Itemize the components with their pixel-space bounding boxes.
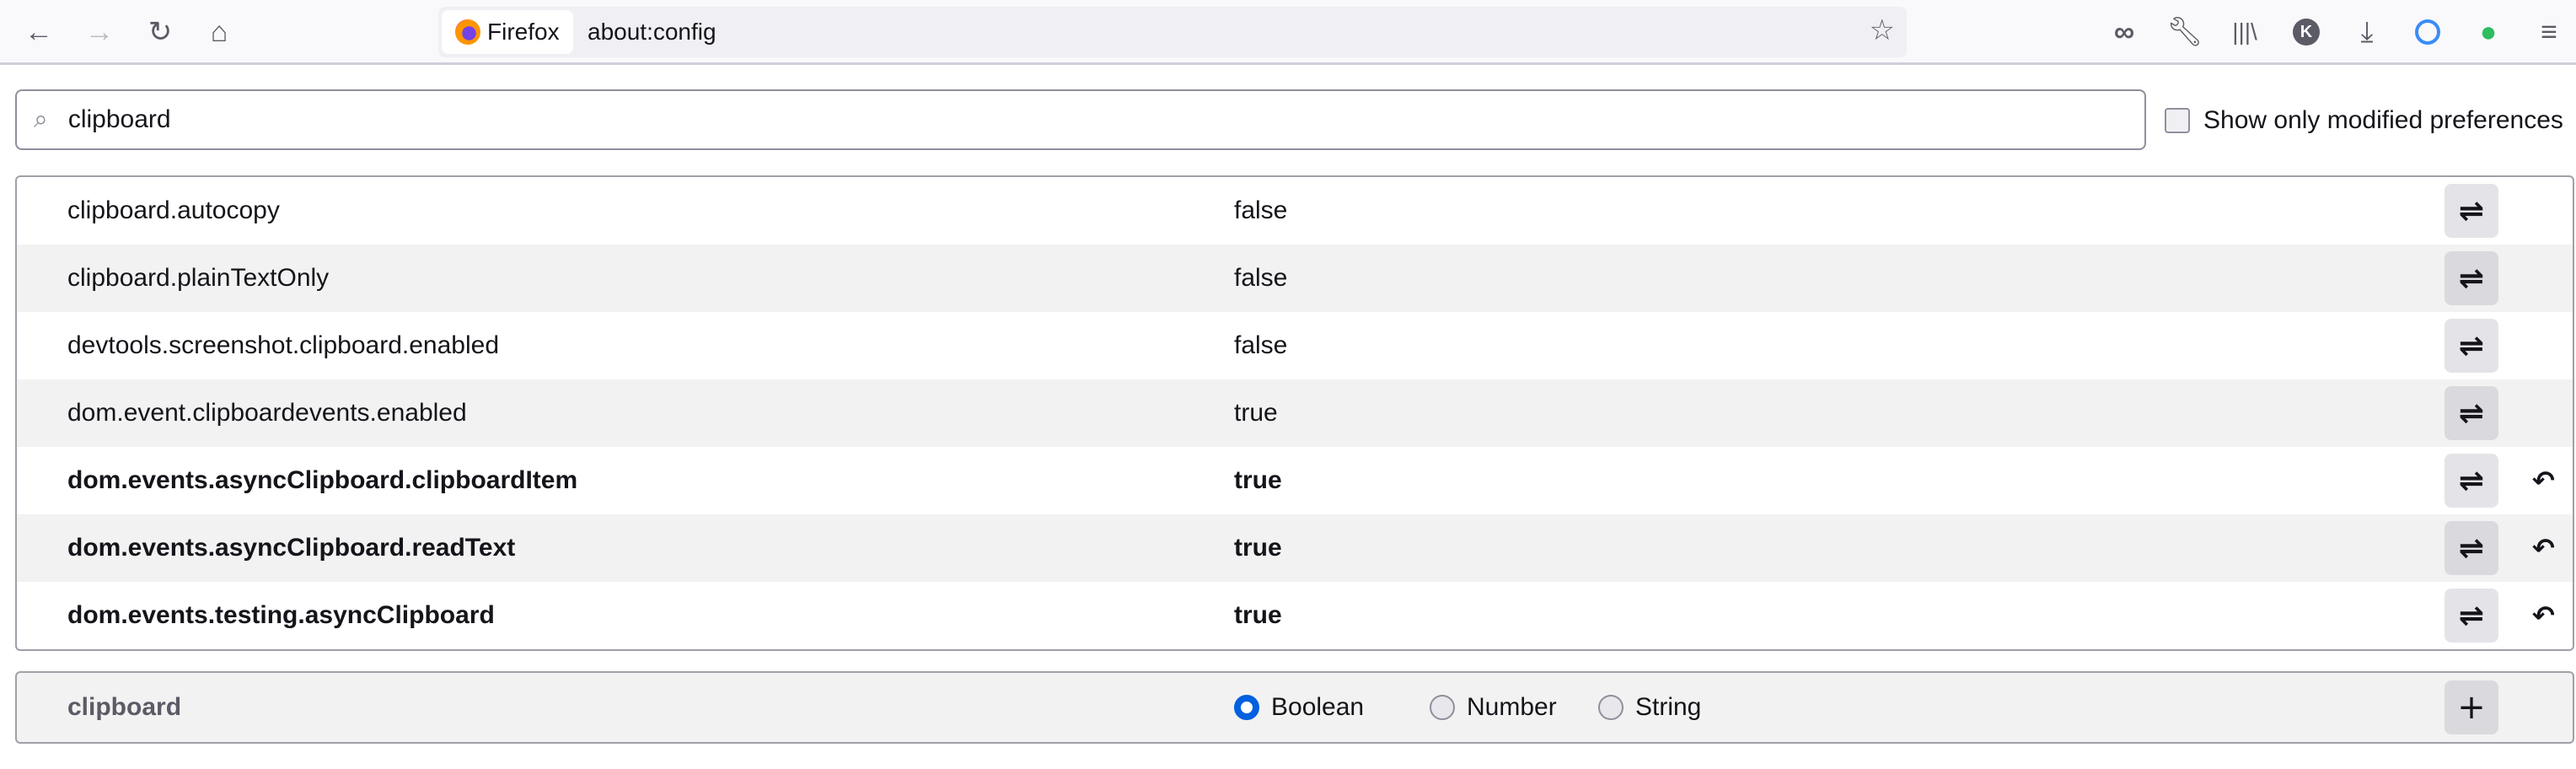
radio-circle[interactable] [1430, 695, 1455, 720]
new-pref-row: clipboard Boolean Number String + [15, 671, 2574, 744]
search-box[interactable]: ⌕ [15, 89, 2146, 150]
identity-box[interactable]: Firefox [442, 10, 573, 54]
k-badge: K [2293, 19, 2320, 46]
toggle-icon: ⇌ [2458, 328, 2485, 363]
toggle-button[interactable]: ⇌ [2445, 386, 2498, 440]
firefox-logo-icon [455, 19, 480, 45]
menu-icon[interactable]: ≡ [2532, 15, 2566, 49]
pref-row[interactable]: devtools.screenshot.clipboard.enabled fa… [17, 312, 2573, 379]
toggle-icon: ⇌ [2458, 261, 2485, 296]
toggle-icon: ⇌ [2458, 598, 2485, 633]
reload-icon[interactable]: ↻ [143, 15, 177, 49]
radio-number[interactable]: Number [1430, 693, 1557, 722]
radio-circle[interactable] [1598, 695, 1623, 720]
toggle-button[interactable]: ⇌ [2445, 521, 2498, 575]
pref-name: clipboard.plainTextOnly [67, 264, 330, 292]
radio-string[interactable]: String [1598, 693, 1701, 722]
show-modified-label: Show only modified preferences [2203, 106, 2563, 134]
toggle-button[interactable]: ⇌ [2445, 251, 2498, 305]
pref-value: false [1234, 196, 1288, 224]
pref-name: dom.events.asyncClipboard.clipboardItem [67, 466, 578, 494]
pref-name: dom.events.asyncClipboard.readText [67, 534, 516, 562]
forward-icon[interactable]: → [83, 15, 116, 49]
pref-row[interactable]: dom.events.testing.asyncClipboard true ⇌… [17, 582, 2573, 649]
toggle-button[interactable]: ⇌ [2445, 184, 2498, 238]
toggle-button[interactable]: ⇌ [2445, 589, 2498, 643]
pref-row[interactable]: dom.events.asyncClipboard.readText true … [17, 514, 2573, 582]
pref-row[interactable]: dom.events.asyncClipboard.clipboardItem … [17, 447, 2573, 514]
identity-label: Firefox [487, 19, 560, 45]
pref-value: true [1234, 399, 1278, 427]
k-extension-icon[interactable]: K [2289, 15, 2323, 49]
url-text[interactable]: about:config [588, 19, 716, 46]
radio-circle[interactable] [1234, 695, 1259, 720]
toggle-button[interactable]: ⇌ [2445, 319, 2498, 373]
home-icon[interactable]: ⌂ [202, 15, 236, 49]
wrench-icon[interactable]: 🔧︎ [2166, 15, 2203, 49]
show-modified-checkbox[interactable] [2165, 108, 2190, 133]
new-pref-name: clipboard [67, 693, 182, 721]
search-icon: ⌕ [34, 105, 48, 133]
pref-value: true [1234, 534, 1282, 562]
private-mask-icon[interactable]: ∞ [2107, 15, 2141, 49]
pref-value: true [1234, 466, 1282, 494]
reset-icon[interactable]: ↶ [2532, 600, 2555, 632]
download-icon[interactable]: ⤓ [2350, 15, 2384, 49]
pref-row[interactable]: clipboard.plainTextOnly false ⇌ [17, 245, 2573, 312]
pref-value: true [1234, 601, 1282, 629]
pref-name: devtools.screenshot.clipboard.enabled [67, 331, 500, 359]
search-input[interactable] [67, 105, 2091, 134]
radio-label: Number [1467, 693, 1557, 721]
toggle-icon: ⇌ [2458, 463, 2485, 498]
pref-value: false [1234, 264, 1288, 292]
library-icon[interactable]: |||\ [2228, 15, 2262, 49]
back-icon[interactable]: ← [22, 15, 56, 49]
pref-row[interactable]: clipboard.autocopy false ⇌ [17, 177, 2573, 245]
pref-name: clipboard.autocopy [67, 196, 280, 224]
prefs-table: clipboard.autocopy false ⇌ clipboard.plai… [15, 175, 2574, 651]
browser-toolbar: ← → ↻ ⌂ Firefox about:config ☆ ∞ 🔧︎ |||\… [0, 0, 2576, 65]
url-bar[interactable]: Firefox about:config ☆ [438, 7, 1907, 57]
reset-icon[interactable]: ↶ [2532, 465, 2555, 497]
toggle-icon: ⇌ [2458, 530, 2485, 566]
reset-icon[interactable]: ↶ [2532, 532, 2555, 564]
radio-boolean[interactable]: Boolean [1234, 693, 1364, 722]
toggle-icon: ⇌ [2458, 193, 2485, 229]
pref-value: false [1234, 331, 1288, 359]
pref-name: dom.events.testing.asyncClipboard [67, 601, 495, 629]
toggle-button[interactable]: ⇌ [2445, 454, 2498, 508]
bookmark-star-icon[interactable]: ☆ [1870, 13, 1895, 47]
add-pref-button[interactable]: + [2445, 680, 2498, 734]
1password-icon[interactable] [2411, 15, 2445, 49]
pref-row[interactable]: dom.event.clipboardevents.enabled true ⇌ [17, 379, 2573, 447]
pref-name: dom.event.clipboardevents.enabled [67, 399, 467, 427]
evernote-icon[interactable]: ● [2471, 15, 2505, 49]
toggle-icon: ⇌ [2458, 395, 2485, 431]
radio-label: Boolean [1271, 693, 1365, 721]
show-modified-checkbox-row[interactable]: Show only modified preferences [2165, 106, 2563, 135]
radio-label: String [1635, 693, 1702, 721]
